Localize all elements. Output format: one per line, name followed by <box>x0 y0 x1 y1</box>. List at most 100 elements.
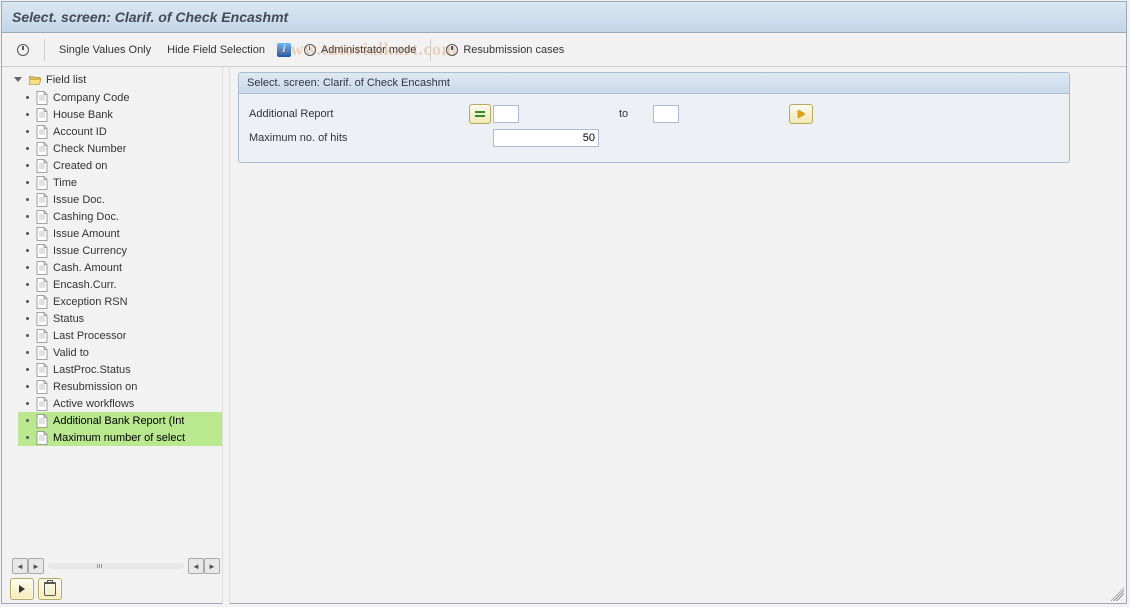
to-label: to <box>619 108 649 120</box>
resize-handle[interactable] <box>1110 587 1124 601</box>
splitter-handle[interactable] <box>222 67 230 604</box>
main-area: Field list Company CodeHouse BankAccount… <box>2 67 1126 604</box>
tree-item[interactable]: Additional Bank Report (Int <box>18 412 222 429</box>
clock-icon <box>445 43 459 57</box>
execute-icon <box>16 43 30 57</box>
additional-report-to-input[interactable] <box>653 105 679 123</box>
scroll-track[interactable] <box>48 563 184 569</box>
bullet-icon <box>26 385 29 388</box>
bullet-icon <box>26 266 29 269</box>
tree-item-label: Status <box>53 313 84 325</box>
document-icon <box>36 346 48 360</box>
bullet-icon <box>26 368 29 371</box>
hide-field-selection-button[interactable]: Hide Field Selection <box>161 38 271 62</box>
trash-icon <box>44 582 56 596</box>
max-hits-input[interactable] <box>493 129 599 147</box>
tree-item[interactable]: Encash.Curr. <box>18 276 222 293</box>
tree-item[interactable]: Company Code <box>18 89 222 106</box>
row-additional-report: Additional Report to <box>249 102 1059 126</box>
tree-root-label: Field list <box>46 74 86 86</box>
resubmission-cases-button[interactable]: Resubmission cases <box>439 38 570 62</box>
tree-item[interactable]: Status <box>18 310 222 327</box>
bullet-icon <box>26 402 29 405</box>
apply-button[interactable] <box>10 578 34 600</box>
document-icon <box>36 91 48 105</box>
select-option-button[interactable] <box>469 104 491 124</box>
tree-items: Company CodeHouse BankAccount ID Check Nu… <box>18 89 222 446</box>
selection-panel: Select. screen: Clarif. of Check Encashm… <box>238 72 1070 163</box>
delete-button[interactable] <box>38 578 62 600</box>
tree-item[interactable]: Created on <box>18 157 222 174</box>
tree-item-label: Check Number <box>53 143 126 155</box>
document-icon <box>36 176 48 190</box>
app-window: Select. screen: Clarif. of Check Encashm… <box>1 1 1127 604</box>
folder-open-icon <box>28 74 42 86</box>
tree-item[interactable]: Issue Amount <box>18 225 222 242</box>
content-area: Select. screen: Clarif. of Check Encashm… <box>230 67 1126 604</box>
bullet-icon <box>26 232 29 235</box>
field-tree: Field list Company CodeHouse BankAccount… <box>10 71 222 552</box>
tree-item-label: Issue Amount <box>53 228 120 240</box>
tree-item[interactable]: Last Processor <box>18 327 222 344</box>
bullet-icon <box>26 215 29 218</box>
multiple-selection-button[interactable] <box>789 104 813 124</box>
collapse-icon <box>14 77 22 82</box>
document-icon <box>36 193 48 207</box>
bullet-icon <box>26 249 29 252</box>
document-icon <box>36 414 48 428</box>
tree-item[interactable]: Time <box>18 174 222 191</box>
tree-root[interactable]: Field list <box>10 71 222 88</box>
tree-item-label: Resubmission on <box>53 381 137 393</box>
toolbar-separator <box>430 39 431 61</box>
toolbar: www.tutorialkart.com Single Values Only … <box>2 33 1126 67</box>
tree-item[interactable]: Account ID <box>18 123 222 140</box>
tree-item-label: Exception RSN <box>53 296 128 308</box>
info-icon: i <box>277 43 291 57</box>
additional-report-from-input[interactable] <box>493 105 519 123</box>
tree-item[interactable]: Check Number <box>18 140 222 157</box>
bullet-icon <box>26 181 29 184</box>
tree-item[interactable]: Issue Currency <box>18 242 222 259</box>
scroll-right-button[interactable]: ► <box>28 558 44 574</box>
additional-report-label: Additional Report <box>249 108 469 120</box>
tree-item[interactable]: Maximum number of select <box>18 429 222 446</box>
execute-button[interactable] <box>10 38 36 62</box>
tree-item[interactable]: LastProc.Status <box>18 361 222 378</box>
document-icon <box>36 227 48 241</box>
tree-item-label: Cash. Amount <box>53 262 122 274</box>
tree-item[interactable]: Cash. Amount <box>18 259 222 276</box>
scroll-left-button[interactable]: ◄ <box>12 558 28 574</box>
tree-item[interactable]: Exception RSN <box>18 293 222 310</box>
document-icon <box>36 210 48 224</box>
tree-item-label: LastProc.Status <box>53 364 131 376</box>
scroll-left-end-button[interactable]: ◄ <box>188 558 204 574</box>
tree-item[interactable]: Issue Doc. <box>18 191 222 208</box>
administrator-mode-button[interactable]: Administrator mode <box>297 38 422 62</box>
bullet-icon <box>26 317 29 320</box>
tree-item[interactable]: Active workflows <box>18 395 222 412</box>
scroll-right-end-button[interactable]: ► <box>204 558 220 574</box>
document-icon <box>36 312 48 326</box>
administrator-mode-label: Administrator mode <box>321 44 416 56</box>
tree-item[interactable]: Valid to <box>18 344 222 361</box>
bullet-icon <box>26 130 29 133</box>
bullet-icon <box>26 164 29 167</box>
bullet-icon <box>26 436 29 439</box>
panel-body: Additional Report to Maximum no. of hits <box>239 94 1069 162</box>
bullet-icon <box>26 300 29 303</box>
bullet-icon <box>26 113 29 116</box>
row-max-hits: Maximum no. of hits <box>249 126 1059 150</box>
bullet-icon <box>26 283 29 286</box>
document-icon <box>36 295 48 309</box>
tree-item-label: Issue Currency <box>53 245 127 257</box>
tree-item[interactable]: Resubmission on <box>18 378 222 395</box>
tree-item[interactable]: Cashing Doc. <box>18 208 222 225</box>
bullet-icon <box>26 198 29 201</box>
tree-item[interactable]: House Bank <box>18 106 222 123</box>
equals-icon <box>475 111 485 117</box>
info-button[interactable]: i <box>275 38 293 62</box>
panel-header: Select. screen: Clarif. of Check Encashm… <box>239 73 1069 94</box>
single-values-button[interactable]: Single Values Only <box>53 38 157 62</box>
page-title: Select. screen: Clarif. of Check Encashm… <box>12 9 288 25</box>
arrow-right-icon <box>798 110 805 118</box>
